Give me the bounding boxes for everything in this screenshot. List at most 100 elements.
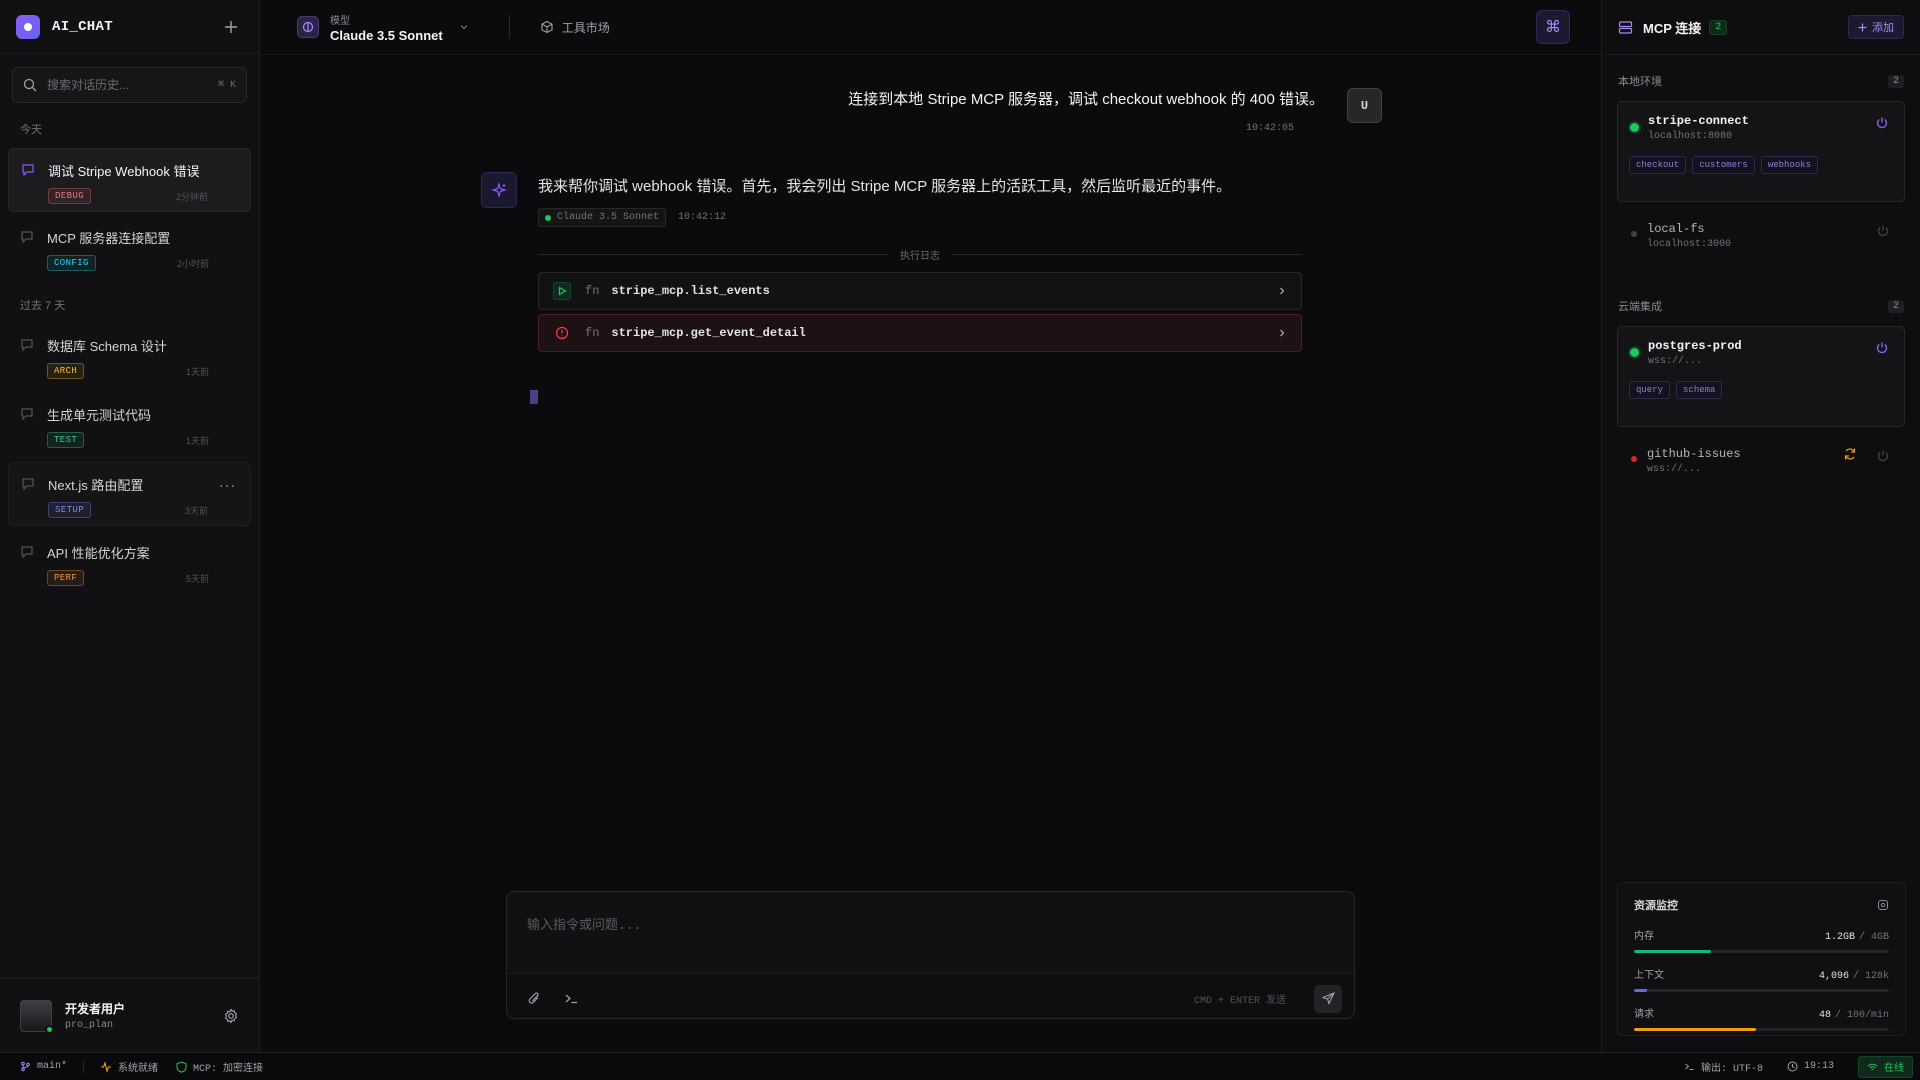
model-chip-label: Claude 3.5 Sonnet [557,212,660,223]
conversation-time: 2小时前 [176,258,209,269]
model-selector[interactable]: 模型 Claude 3.5 Sonnet [330,12,443,43]
tool-call-row-error[interactable]: fn stripe_mcp.get_event_detail [538,314,1302,352]
metric-value: 48 [1818,1010,1831,1021]
status-dot-connected [1630,123,1639,132]
power-button[interactable] [1876,224,1890,238]
add-connection-button[interactable]: 添加 [1848,15,1904,39]
user-avatar-badge: U [1347,88,1382,123]
tool-call-prefix: fn [585,284,600,298]
message-input[interactable] [507,892,1354,970]
conversation-title: 生成单元测试代码 [47,408,152,423]
conversation-title: 调试 Stripe Webhook 错误 [48,164,200,179]
section-cloud: 云端集成 2 [1602,296,1920,316]
assistant-message: 我来帮你调试 webhook 错误。首先，我会列出 Stripe MCP 服务器… [538,175,1302,352]
user-name: 开发者用户 [65,1002,126,1016]
conversation-item[interactable]: Next.js 路由配置 SETUP 3天前 ··· [8,462,251,526]
terminal-button[interactable] [564,991,579,1006]
app-logo [16,14,40,39]
command-palette-button[interactable]: ⌘ [1536,10,1570,44]
chevron-right-icon [1277,286,1287,296]
capability-tag: webhooks [1760,156,1819,174]
server-card[interactable]: github-issues wss://... [1617,435,1905,507]
conversation-time: 1天前 [185,435,209,446]
capability-tag: schema [1676,381,1723,399]
status-dot-disconnected [1631,231,1637,237]
sparkle-icon [491,182,507,198]
conversation-item[interactable]: MCP 服务器连接配置 CONFIG 2小时前 [8,216,251,280]
group-label-week: 过去 7 天 [20,300,66,312]
execution-log-divider: 执行日志 [538,247,1302,262]
wifi-icon [1867,1063,1878,1070]
power-button[interactable] [1875,116,1889,130]
conversation-item[interactable]: API 性能优化方案 PERF 5天前 [8,531,251,595]
chevron-down-icon[interactable] [459,22,469,32]
power-button[interactable] [1875,341,1889,355]
play-icon [553,282,571,300]
retry-button[interactable] [1843,447,1857,461]
history-search[interactable]: ⌘ K [12,67,247,103]
capability-tag: checkout [1629,156,1687,174]
tool-market-link[interactable]: 工具市场 [540,19,610,36]
output-encoding[interactable]: 输出: UTF-8 [1684,1059,1763,1075]
section-local: 本地环境 2 [1602,71,1920,91]
system-status-text: 系统就绪 [118,1063,159,1075]
shield-icon [176,1060,187,1073]
attach-button[interactable] [527,991,542,1006]
git-branch[interactable]: main* [20,1061,67,1072]
send-icon [1321,992,1335,1005]
progress-bar [1634,950,1889,953]
alert-circle-icon [553,324,571,342]
chat-bubble-icon [21,475,35,525]
progress-bar [1634,1028,1889,1031]
clock: 19:13 [1787,1061,1834,1072]
avatar[interactable] [20,999,54,1034]
power-button[interactable] [1876,449,1890,463]
streaming-cursor [530,390,538,404]
top-bar: 模型 Claude 3.5 Sonnet 工具市场 ⌘ [261,0,1601,55]
divider [508,15,510,39]
section-count: 2 [1887,74,1904,88]
new-chat-button[interactable] [219,15,243,39]
activity-icon [101,1060,112,1073]
conversation-item[interactable]: 调试 Stripe Webhook 错误 DEBUG 2分钟前 [8,148,251,212]
search-input[interactable] [47,78,208,92]
server-card[interactable]: stripe-connect localhost:8080 checkout c… [1617,101,1905,202]
progress-fill [1634,989,1647,992]
conversation-tag: ARCH [47,363,85,379]
conversation-item[interactable]: 数据库 Schema 设计 ARCH 1天前 [8,324,251,388]
tool-call-name: stripe_mcp.get_event_detail [611,326,806,340]
send-shortcut-hint: CMD + ENTER 发送 [1193,995,1286,1007]
settings-button[interactable] [223,1007,239,1024]
section-label: 云端集成 [1618,301,1662,313]
system-status: 系统就绪 [100,1059,158,1075]
chat-bubble-icon [21,161,35,211]
mcp-status: MCP: 加密连接 [176,1059,263,1075]
chevron-right-icon [1277,328,1287,338]
more-options-button[interactable]: ··· [219,477,236,493]
online-status-badge: 在线 [1858,1055,1913,1078]
power-icon [1876,342,1888,354]
conversation-item[interactable]: 生成单元测试代码 TEST 1天前 [8,393,251,457]
conversation-title: Next.js 路由配置 [48,478,144,493]
output-encoding-text: 输出: UTF-8 [1700,1063,1763,1075]
send-button[interactable] [1314,984,1342,1013]
server-card[interactable]: postgres-prod wss://... query schema [1617,326,1905,427]
server-card[interactable]: local-fs localhost:3000 [1617,210,1905,282]
metric-requests: 请求 48 / 100/min [1634,1005,1889,1031]
monitor-settings-button[interactable] [1877,899,1889,911]
status-dot [545,214,551,221]
plus-icon [225,20,237,33]
conversation-title: MCP 服务器连接配置 [47,231,171,246]
power-icon [1877,225,1889,237]
server-name: postgres-prod [1648,339,1742,353]
tool-call-row[interactable]: fn stripe_mcp.list_events [538,272,1302,310]
metric-max: / 100/min [1834,1010,1889,1021]
user-message-text: 连接到本地 Stripe MCP 服务器，调试 checkout webhook… [848,91,1324,108]
online-status-text: 在线 [1884,1063,1904,1075]
server-host: wss://... [1647,464,1702,475]
progress-fill [1634,1028,1757,1031]
chat-main: 模型 Claude 3.5 Sonnet 工具市场 ⌘ 连接到本地 Stripe… [261,0,1601,1052]
metric-context: 上下文 4,096 / 128k [1634,966,1889,992]
server-icon [1618,20,1633,34]
capability-tag: customers [1692,156,1755,174]
